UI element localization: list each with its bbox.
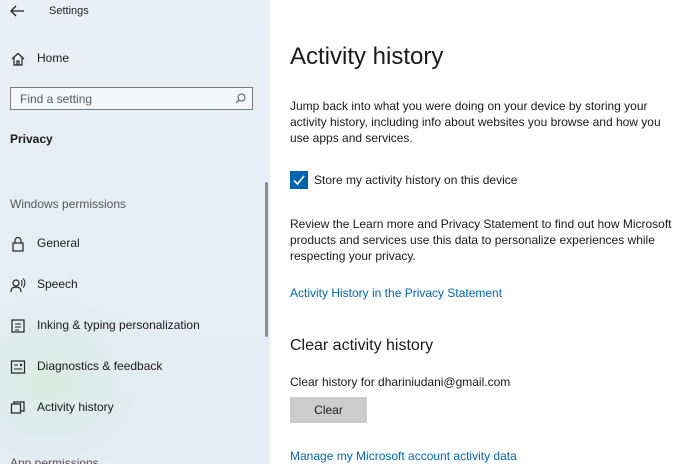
lock-icon <box>12 236 24 252</box>
sidebar-item-label: Activity history <box>37 400 114 414</box>
sidebar-item-label: Diagnostics & feedback <box>37 359 163 373</box>
store-history-label[interactable]: Store my activity history on this device <box>314 173 517 187</box>
search-box <box>10 87 253 110</box>
page-title: Activity history <box>290 43 444 70</box>
sidebar-item-inking-typing[interactable]: Inking & typing personalization <box>0 309 262 343</box>
checkmark-icon <box>293 175 305 186</box>
clear-section-title: Clear activity history <box>290 337 434 354</box>
sidebar-item-activity-history[interactable]: Activity history <box>0 391 262 425</box>
sidebar-item-diagnostics[interactable]: Diagnostics & feedback <box>0 350 262 384</box>
sidebar-item-label: General <box>37 236 80 250</box>
sidebar-item-label: Home <box>37 51 70 65</box>
sidebar-item-label: Speech <box>37 277 78 291</box>
main-content: Activity history Jump back into what you… <box>270 0 682 464</box>
title-bar: Settings <box>0 0 270 24</box>
sidebar-scrollbar[interactable] <box>265 182 268 337</box>
group-header-app-permissions: App permissions <box>10 456 99 464</box>
store-history-checkbox[interactable] <box>290 171 308 189</box>
intro-text: Jump back into what you were doing on yo… <box>290 99 661 145</box>
sidebar-item-label: Inking & typing personalization <box>37 318 200 332</box>
clear-button[interactable]: Clear <box>290 397 367 423</box>
review-text: Review the Learn more and Privacy Statem… <box>290 217 672 263</box>
speech-icon <box>10 278 26 293</box>
group-header-windows-permissions: Windows permissions <box>10 197 127 211</box>
privacy-statement-link[interactable]: Activity History in the Privacy Statemen… <box>290 286 502 300</box>
diagnostics-icon <box>10 360 26 374</box>
search-input[interactable] <box>11 88 235 109</box>
sidebar-item-speech[interactable]: Speech <box>0 268 262 302</box>
current-section-heading: Privacy <box>10 132 53 146</box>
activity-history-icon <box>10 401 25 414</box>
manage-activity-data-link[interactable]: Manage my Microsoft account activity dat… <box>290 449 517 463</box>
sidebar: Settings Home Privacy Windows permission… <box>0 0 270 464</box>
home-icon <box>11 52 25 66</box>
sidebar-item-general[interactable]: General <box>0 227 262 261</box>
search-icon[interactable] <box>235 93 246 104</box>
clear-history-account-text: Clear history for dhariniudani@gmail.com <box>290 375 511 389</box>
sidebar-item-home[interactable]: Home <box>0 42 262 76</box>
back-arrow-icon[interactable] <box>9 4 25 18</box>
inking-icon <box>11 319 25 333</box>
app-title: Settings <box>49 5 89 17</box>
